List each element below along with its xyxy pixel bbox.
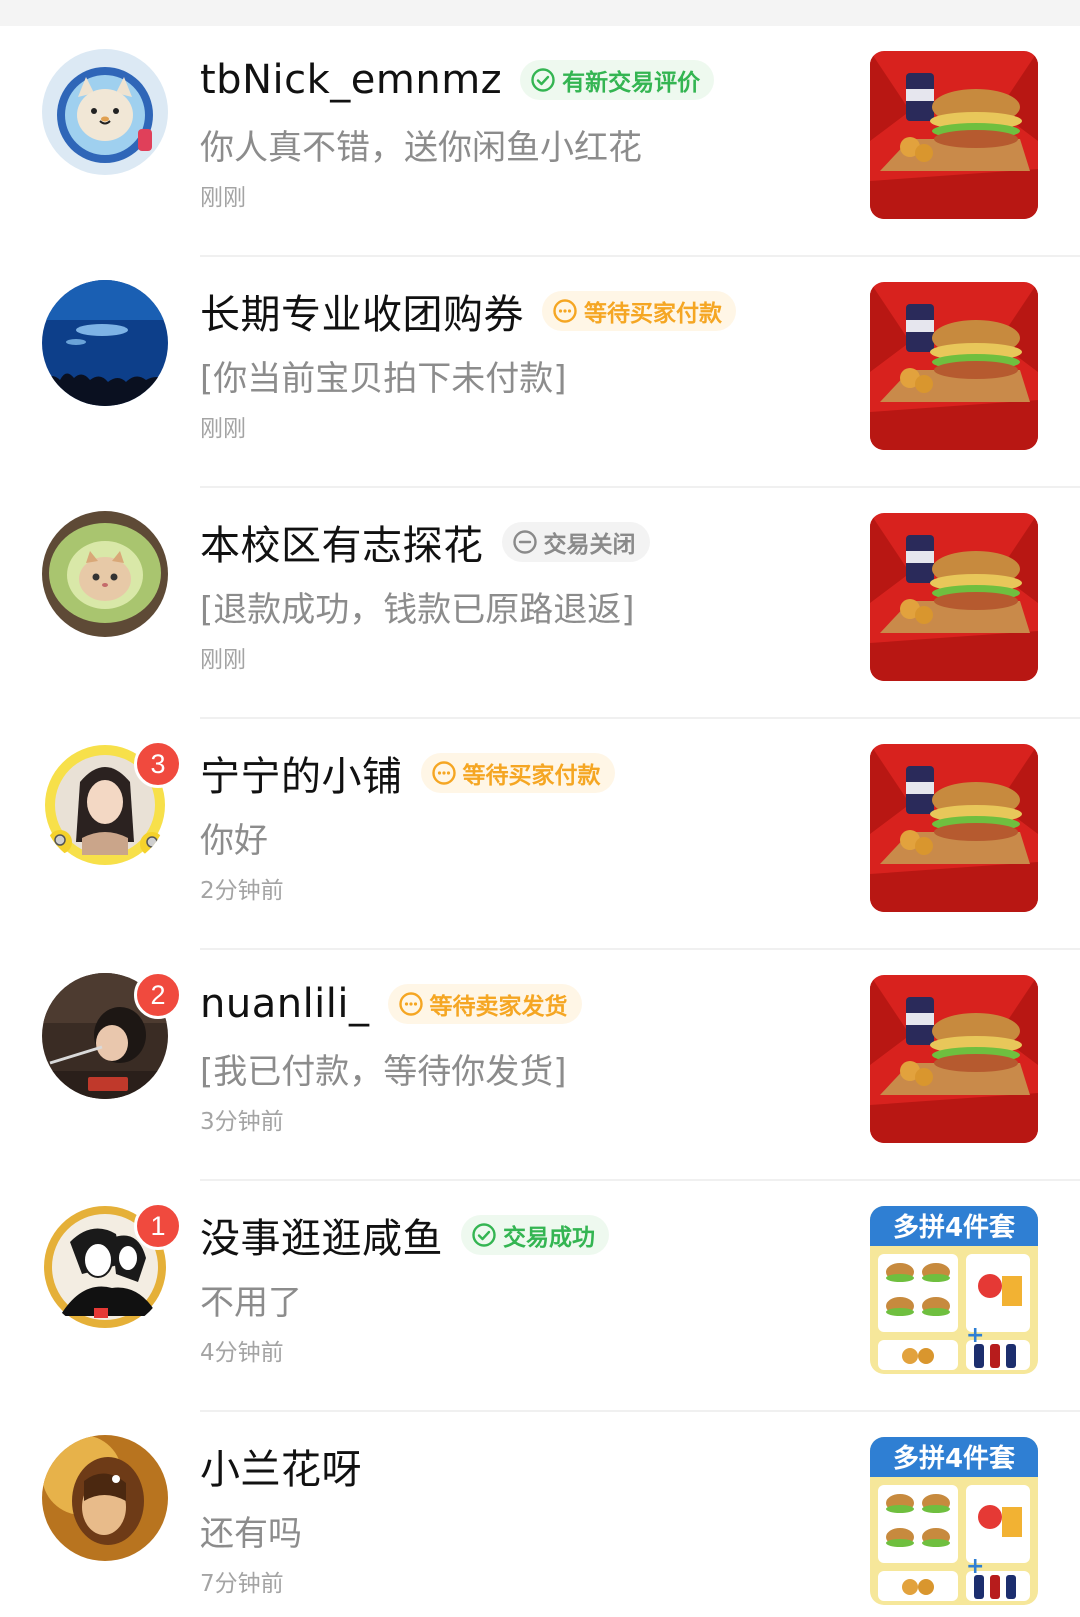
trade-status-label: 等待卖家发货 — [429, 994, 568, 1020]
dots-circle-icon — [398, 992, 423, 1016]
conversation-item[interactable]: 3 宁宁的小铺 等待买家付款 你好 2分钟前 — [0, 719, 1080, 950]
svg-text:+: + — [966, 1554, 984, 1579]
conversation-list: tbNick_emnmz 有新交易评价 你人真不错，送你闲鱼小红花 刚刚 长期专… — [0, 26, 1080, 1617]
check-circle-icon — [472, 1223, 496, 1247]
product-thumbnail[interactable]: 多拼4件套 + — [870, 1437, 1038, 1605]
avatar[interactable] — [42, 280, 168, 406]
product-thumbnail[interactable]: 多拼4件套 + — [870, 1206, 1038, 1374]
unread-badge: 3 — [134, 740, 182, 788]
message-time: 刚刚 — [200, 185, 246, 211]
trade-status-label: 等待买家付款 — [462, 763, 601, 789]
trade-status-tag: 交易成功 — [461, 1215, 609, 1255]
contact-name: tbNick_emnmz — [200, 57, 503, 103]
product-thumbnail[interactable] — [870, 51, 1038, 219]
last-message: [我已付款，等待你发货] — [200, 1052, 567, 1092]
message-time: 刚刚 — [200, 416, 246, 442]
combo-title: 多拼4件套 — [893, 1444, 1016, 1474]
conversation-item[interactable]: 2 nuanlili_ 等待卖家发货 [我已付款，等待你发货] 3分钟前 — [0, 950, 1080, 1181]
unread-badge: 1 — [134, 1202, 182, 1250]
minus-circle-icon — [512, 530, 537, 554]
unread-badge: 2 — [134, 971, 182, 1019]
product-thumbnail[interactable] — [870, 513, 1038, 681]
contact-name: 宁宁的小铺 — [200, 754, 403, 800]
avatar[interactable] — [42, 511, 168, 637]
dots-circle-icon — [431, 761, 456, 785]
product-thumbnail[interactable] — [870, 744, 1038, 912]
conversation-item[interactable]: tbNick_emnmz 有新交易评价 你人真不错，送你闲鱼小红花 刚刚 — [0, 26, 1080, 257]
last-message: 不用了 — [200, 1283, 302, 1323]
last-message: 你好 — [200, 821, 268, 861]
trade-status-label: 交易成功 — [503, 1225, 595, 1251]
last-message: 你人真不错，送你闲鱼小红花 — [200, 128, 642, 168]
trade-status-tag: 等待买家付款 — [420, 753, 615, 793]
contact-name: 小兰花呀 — [200, 1447, 362, 1493]
trade-status-tag: 有新交易评价 — [520, 60, 715, 100]
top-bar — [0, 0, 1080, 26]
message-time: 7分钟前 — [200, 1571, 284, 1597]
contact-name: nuanlili_ — [200, 981, 370, 1027]
combo-title: 多拼4件套 — [893, 1213, 1016, 1243]
avatar[interactable] — [42, 1435, 168, 1561]
last-message: [你当前宝贝拍下未付款] — [200, 359, 567, 399]
conversation-item[interactable]: 小兰花呀 还有吗 7分钟前 多拼4件套 + — [0, 1412, 1080, 1617]
trade-status-label: 等待买家付款 — [584, 301, 722, 327]
contact-name: 长期专业收团购券 — [200, 292, 524, 338]
dots-circle-icon — [553, 299, 577, 323]
product-thumbnail[interactable] — [870, 282, 1038, 450]
product-thumbnail[interactable] — [870, 975, 1038, 1143]
last-message: [退款成功，钱款已原路退返] — [200, 590, 635, 630]
avatar[interactable] — [42, 49, 168, 175]
trade-status-label: 交易关闭 — [543, 532, 636, 558]
trade-status-label: 有新交易评价 — [562, 70, 701, 96]
svg-text:+: + — [966, 1323, 984, 1348]
check-circle-icon — [531, 68, 555, 92]
message-time: 4分钟前 — [200, 1340, 284, 1366]
message-time: 2分钟前 — [200, 878, 284, 904]
last-message: 还有吗 — [200, 1514, 302, 1554]
conversation-item[interactable]: 本校区有志探花 交易关闭 [退款成功，钱款已原路退返] 刚刚 — [0, 488, 1080, 719]
trade-status-tag: 等待卖家发货 — [387, 984, 582, 1024]
conversation-item[interactable]: 1 没事逛逛咸鱼 交易成功 不用了 4分钟前 多拼4件套 + — [0, 1181, 1080, 1412]
contact-name: 没事逛逛咸鱼 — [200, 1216, 443, 1262]
trade-status-tag: 等待买家付款 — [542, 291, 736, 331]
contact-name: 本校区有志探花 — [200, 523, 484, 569]
trade-status-tag: 交易关闭 — [501, 522, 650, 562]
message-time: 刚刚 — [200, 647, 246, 673]
message-time: 3分钟前 — [200, 1109, 284, 1135]
conversation-item[interactable]: 长期专业收团购券 等待买家付款 [你当前宝贝拍下未付款] 刚刚 — [0, 257, 1080, 488]
